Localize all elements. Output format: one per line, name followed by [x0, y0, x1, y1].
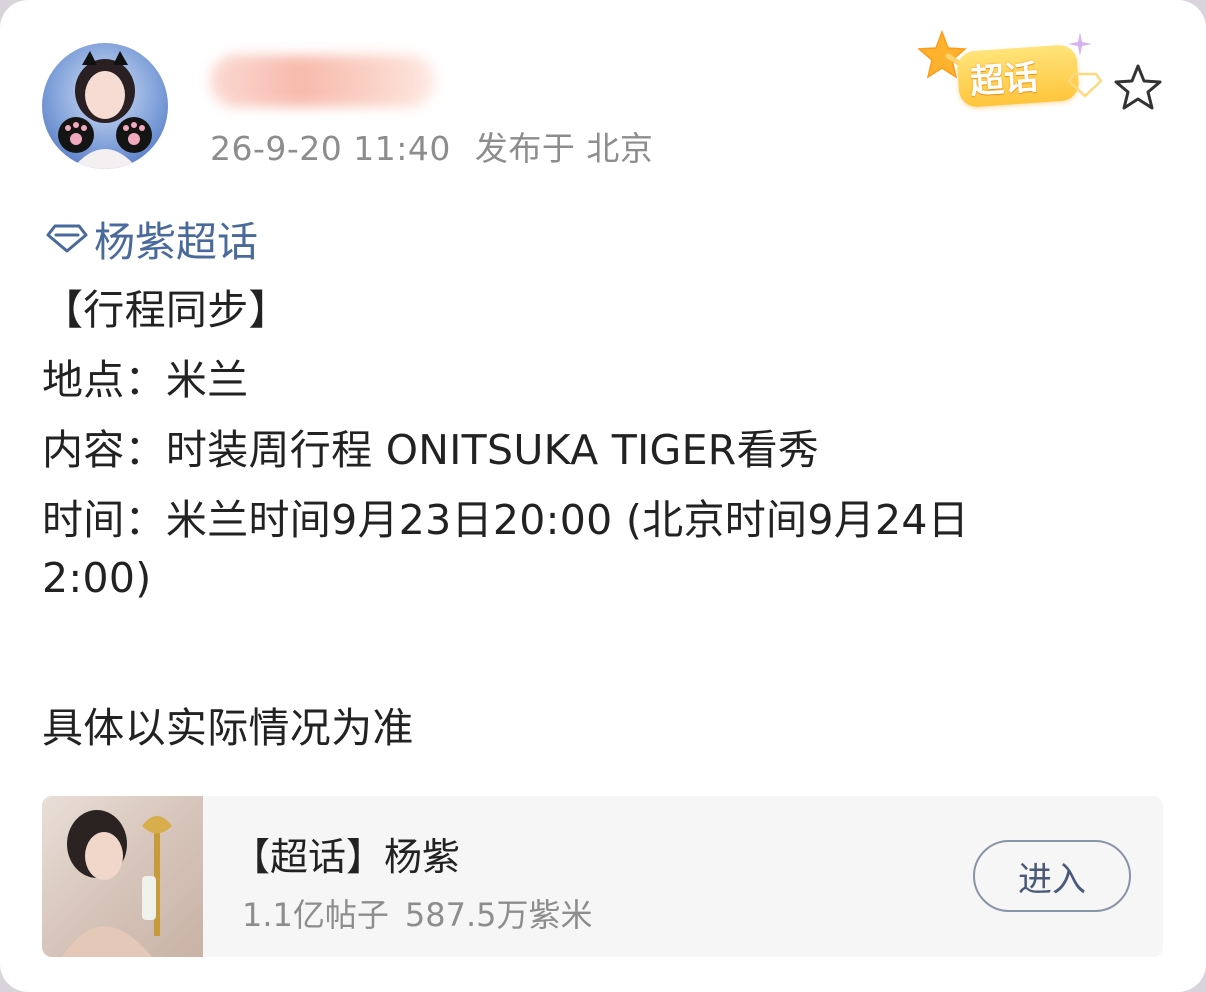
star-outline-icon[interactable] — [1112, 62, 1164, 114]
avatar[interactable] — [42, 43, 168, 169]
post-text-line: 具体以实际情况为准 — [42, 704, 414, 752]
post-text-line: 时间：米兰时间9月23日20:00 (北京时间9月24日 — [42, 496, 970, 544]
weibo-post-card: 26-9-20 11:40 发布于 北京 超话 杨紫超话 【行程同步】 地点：米兰… — [0, 0, 1206, 992]
posts-count: 1.1亿帖子 — [242, 896, 389, 934]
sparkle-icon — [1068, 32, 1092, 56]
avatar-image — [58, 51, 152, 169]
enter-button[interactable]: 进入 — [973, 840, 1131, 912]
post-timestamp: 26-9-20 11:40 — [210, 129, 451, 168]
fans-count: 587.5万紫米 — [404, 896, 593, 934]
badge-label: 超话 — [968, 57, 1040, 103]
supertopic-stats: 1.1亿帖子 587.5万紫米 — [242, 890, 593, 936]
supertopic-card[interactable]: 【超话】杨紫 1.1亿帖子 587.5万紫米 进入 — [42, 796, 1163, 957]
supertopic-badge[interactable]: 超话 — [918, 28, 1108, 118]
post-text-line: 内容：时装周行程 ONITSUKA TIGER看秀 — [42, 426, 820, 474]
supertopic-title: 【超话】杨紫 — [232, 835, 461, 879]
supertopic-thumbnail — [42, 796, 203, 957]
thumbnail-image — [62, 810, 172, 957]
post-meta: 26-9-20 11:40 发布于 北京 — [210, 122, 653, 170]
diamond-icon — [1068, 72, 1102, 98]
post-text-line: 地点：米兰 — [42, 356, 249, 404]
post-location: 发布于 北京 — [474, 129, 654, 168]
username-blurred[interactable] — [210, 55, 435, 107]
post-text-line: 【行程同步】 — [42, 286, 290, 334]
post-text-line: 2:00) — [42, 554, 152, 602]
diamond-icon — [46, 224, 88, 253]
supertopic-link[interactable]: 杨紫超话 — [46, 208, 258, 268]
supertopic-link-label: 杨紫超话 — [94, 218, 258, 266]
